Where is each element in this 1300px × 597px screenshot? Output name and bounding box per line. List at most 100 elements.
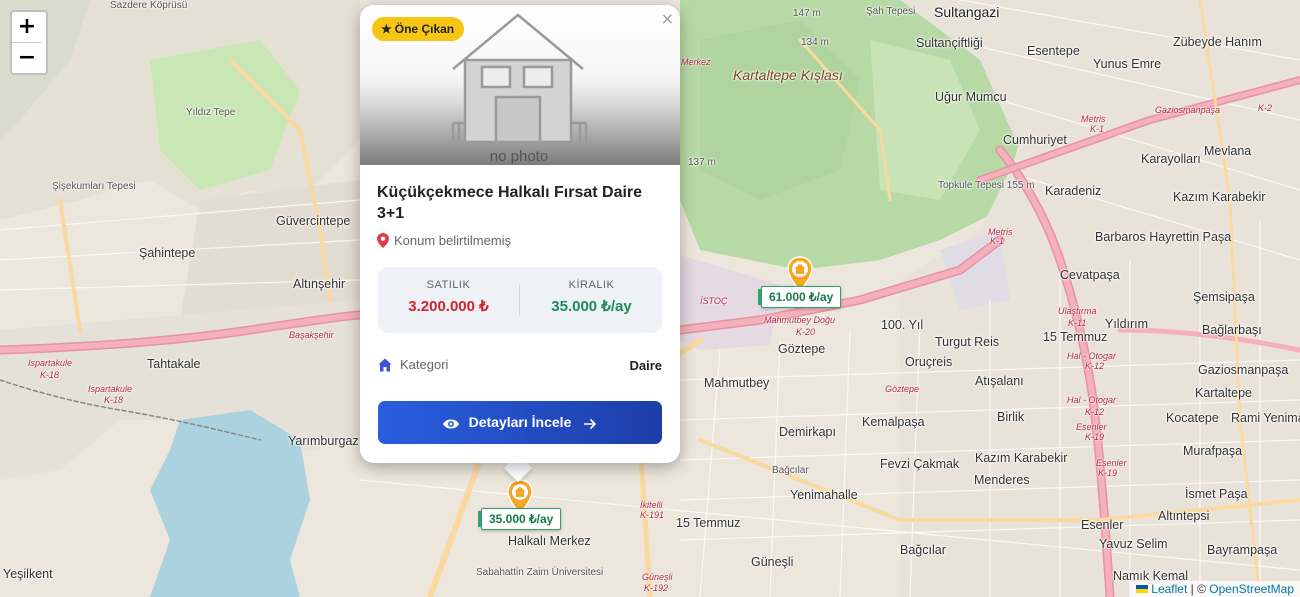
road-ref-label: K-1 bbox=[990, 236, 1005, 246]
place-label: Atışalanı bbox=[975, 374, 1024, 388]
road-name-label: Hal - Otogar bbox=[1067, 351, 1117, 361]
place-label: Yarımburgaz bbox=[288, 434, 359, 448]
place-label: Birlik bbox=[997, 410, 1025, 424]
place-label: Fevzi Çakmak bbox=[880, 457, 960, 471]
place-label: Karayolları bbox=[1141, 152, 1201, 166]
road-name-label: Gaziosmanpaşa bbox=[1155, 105, 1221, 115]
place-label: Bağcılar bbox=[900, 543, 946, 557]
marker-price-label[interactable]: 35.000 ₺/ay bbox=[477, 508, 562, 530]
place-label: Yunus Emre bbox=[1093, 57, 1162, 71]
road-ref-label: K-12 bbox=[1085, 407, 1105, 417]
place-label: 134 m bbox=[801, 37, 829, 48]
no-photo-text: no photo bbox=[490, 148, 548, 165]
place-label: Cevatpaşa bbox=[1060, 268, 1120, 282]
rent-price: 35.000 ₺/ay bbox=[551, 298, 632, 315]
place-label: 100. Yıl bbox=[881, 318, 924, 332]
listing-marker-pin-icon[interactable] bbox=[787, 256, 813, 293]
road-ref-label: K-11 bbox=[1068, 318, 1087, 328]
price-divider bbox=[519, 284, 520, 316]
sale-price: 3.200.000 ₺ bbox=[408, 298, 489, 315]
featured-badge: ★ Öne Çıkan bbox=[372, 17, 465, 41]
place-label: Göztepe bbox=[778, 342, 826, 356]
arrow-right-icon bbox=[584, 418, 597, 430]
road-name-label: Mahmutbey Doğu bbox=[764, 315, 836, 325]
place-label: Sultançiftliği bbox=[916, 36, 983, 50]
place-label: Altınşehir bbox=[293, 277, 346, 291]
place-label: Gaziosmanpaşa bbox=[1198, 363, 1289, 377]
road-name-label: Hal - Otogar bbox=[1067, 395, 1117, 405]
marker-price-label[interactable]: 61.000 ₺/ay bbox=[757, 286, 842, 308]
place-label: Mahmutbey bbox=[704, 376, 770, 390]
place-label: Menderes bbox=[974, 473, 1030, 487]
road-name-label: Metris bbox=[988, 227, 1013, 237]
place-label: Karadeniz bbox=[1045, 184, 1102, 198]
zoom-in-button[interactable]: + bbox=[12, 12, 42, 42]
road-name-label: Ispartakule bbox=[88, 384, 133, 394]
place-label: Yavuz Selim bbox=[1099, 537, 1168, 551]
road-name-label: Göztepe bbox=[885, 384, 920, 394]
road-name-label: Metris bbox=[1081, 114, 1106, 124]
place-label: Zübeyde Hanım bbox=[1173, 35, 1262, 49]
place-label: Güneşli bbox=[751, 555, 794, 569]
place-label: Sazdere Köprüsü bbox=[110, 0, 188, 11]
road-name-label: Ispartakule bbox=[28, 358, 73, 368]
place-label: Uğur Mumcu bbox=[935, 90, 1007, 104]
road-ref-label: K-18 bbox=[40, 370, 60, 380]
road-name-label: Esenler bbox=[1076, 422, 1107, 432]
place-label: Halkalı Merkez bbox=[508, 534, 591, 548]
place-label: Şah Tepesi bbox=[866, 6, 916, 17]
place-label: Cumhuriyet bbox=[1003, 133, 1067, 147]
location-pin-icon bbox=[377, 233, 389, 248]
road-ref-label: K-191 bbox=[640, 510, 665, 520]
place-label: Esentepe bbox=[1027, 44, 1080, 58]
road-ref-label: K-19 bbox=[1085, 432, 1105, 442]
forest-label: Kartaltepe Kışlası bbox=[733, 67, 843, 83]
listing-location: Konum belirtilmemiş bbox=[377, 233, 511, 248]
road-name-label: Güneşli bbox=[642, 572, 673, 582]
road-ref-label: K-1 bbox=[1090, 124, 1105, 134]
place-label: Yenimahalle bbox=[790, 488, 858, 502]
zoom-out-button[interactable]: − bbox=[12, 42, 42, 73]
ukraine-flag-icon bbox=[1136, 585, 1149, 593]
place-label: Kartaltepe bbox=[1195, 386, 1252, 400]
details-button-label: Detayları İncele bbox=[468, 414, 572, 430]
place-label: Turgut Reis bbox=[935, 335, 1000, 349]
road-ref-label: K-20 bbox=[796, 327, 816, 337]
place-label: Rami Yenimahalle bbox=[1231, 411, 1300, 425]
category-label: Kategori bbox=[400, 357, 449, 372]
rent-column: KİRALIK 35.000 ₺/ay bbox=[521, 279, 662, 315]
leaflet-link[interactable]: Leaflet bbox=[1151, 582, 1187, 596]
home-icon bbox=[378, 358, 392, 372]
star-icon: ★ bbox=[381, 22, 392, 36]
location-text: Konum belirtilmemiş bbox=[394, 233, 512, 248]
place-label: Güvercintepe bbox=[276, 214, 351, 228]
road-name-label: Esenler bbox=[1096, 458, 1127, 468]
place-label: 15 Temmuz bbox=[676, 516, 741, 530]
place-label: 147 m bbox=[793, 8, 821, 19]
place-label: Murafpaşa bbox=[1183, 444, 1243, 458]
road-name-label: Ulaştırma bbox=[1058, 306, 1097, 316]
openstreetmap-link[interactable]: OpenStreetMap bbox=[1209, 582, 1294, 596]
listing-marker-pin-icon[interactable] bbox=[507, 479, 533, 516]
close-button[interactable]: × bbox=[661, 9, 674, 28]
place-label: Bayrampaşa bbox=[1207, 543, 1278, 557]
place-label: İsmet Paşa bbox=[1185, 487, 1248, 501]
road-name-label: İkitelli bbox=[640, 500, 663, 510]
sale-column: SATILIK 3.200.000 ₺ bbox=[378, 279, 519, 315]
listing-popup: no photo × ★ Öne Çıkan Küçükçekmece Halka… bbox=[360, 5, 680, 463]
place-label: Oruçreis bbox=[905, 355, 953, 369]
place-label: Bağcılar bbox=[772, 465, 809, 476]
listing-title: Küçükçekmece Halkalı Fırsat Daire 3+1 bbox=[377, 184, 643, 222]
place-label: Bağlarbaşı bbox=[1202, 323, 1262, 337]
place-label: Demirkapı bbox=[779, 425, 836, 439]
price-box: SATILIK 3.200.000 ₺ KİRALIK 35.000 ₺/ay bbox=[378, 267, 662, 333]
attribution-separator: | © bbox=[1190, 582, 1206, 596]
place-label: Esenler bbox=[1081, 518, 1124, 532]
place-label: Kazım Karabekir bbox=[975, 451, 1068, 465]
place-label: Altıntepsi bbox=[1158, 509, 1210, 523]
road-name-label: İSTOÇ bbox=[700, 296, 728, 306]
place-label: Kocatepe bbox=[1166, 411, 1219, 425]
place-label: Tahtakale bbox=[147, 357, 201, 371]
place-label: Şişekumları Tepesi bbox=[52, 181, 136, 192]
details-button[interactable]: Detayları İncele bbox=[378, 401, 662, 444]
